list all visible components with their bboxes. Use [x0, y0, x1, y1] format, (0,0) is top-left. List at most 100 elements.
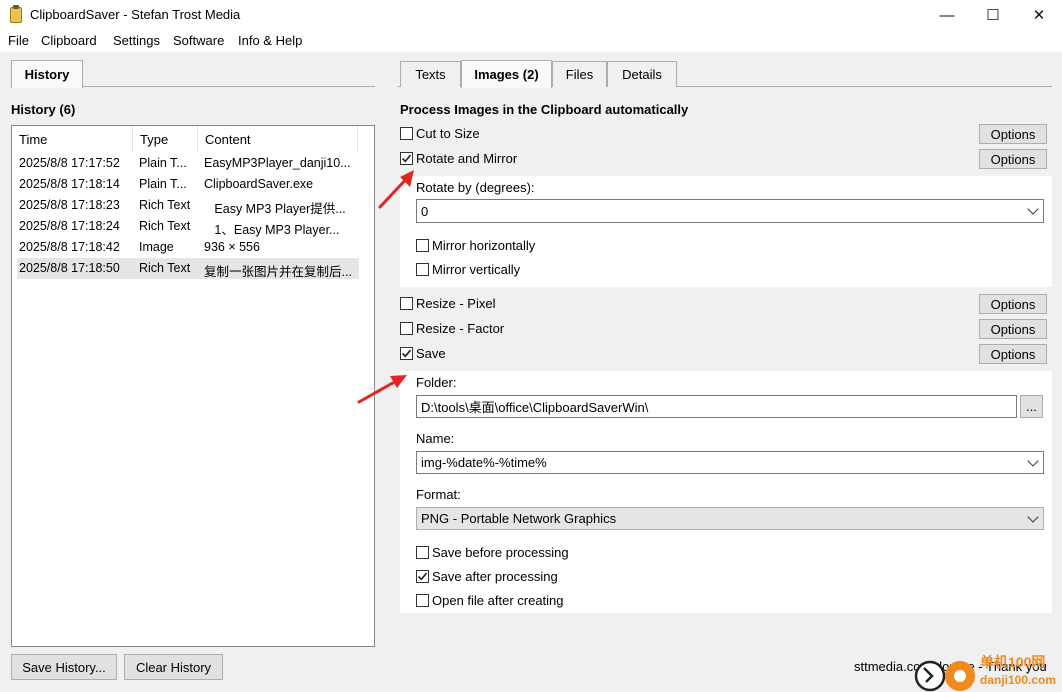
- save-checkbox[interactable]: [400, 347, 413, 360]
- close-button[interactable]: ✕: [1016, 0, 1062, 30]
- name-value: img-%date%-%time%: [421, 455, 547, 470]
- clipboard-app-icon: [10, 5, 22, 23]
- row-time: 2025/8/8 17:17:52: [19, 156, 120, 170]
- menu-file[interactable]: File: [8, 33, 29, 48]
- format-label: Format:: [416, 487, 461, 502]
- row-type: Rich Text: [139, 261, 191, 275]
- rotate-by-value: 0: [421, 203, 429, 219]
- red-arrow-icon: [378, 170, 414, 209]
- column-header-content[interactable]: Content: [198, 126, 358, 152]
- watermark-text-bottom: danji100.com: [980, 673, 1057, 687]
- table-row[interactable]: 2025/8/8 17:18:24 Rich Text 1、Easy MP3 P…: [17, 216, 359, 237]
- table-row[interactable]: 2025/8/8 17:18:23 Rich Text Easy MP3 Pla…: [17, 195, 359, 216]
- resize-pixel-label: Resize - Pixel: [416, 296, 496, 311]
- tab-divider: [677, 86, 1052, 87]
- table-row[interactable]: 2025/8/8 17:17:52 Plain T... EasyMP3Play…: [17, 153, 359, 174]
- rotate-mirror-options-button[interactable]: Options: [979, 149, 1047, 169]
- row-content: 936 × 556: [204, 240, 260, 254]
- row-time: 2025/8/8 17:18:42: [19, 240, 120, 254]
- checkmark-icon: [401, 349, 412, 358]
- row-type: Rich Text: [139, 198, 191, 212]
- row-content: EasyMP3Player_danji10...: [204, 156, 351, 170]
- history-title: History (6): [11, 102, 76, 117]
- tab-images[interactable]: Images (2): [461, 60, 552, 88]
- resize-pixel-options-button[interactable]: Options: [979, 294, 1047, 314]
- save-options-button[interactable]: Options: [979, 344, 1047, 364]
- column-header-time[interactable]: Time: [12, 126, 133, 152]
- chevron-down-icon: [1027, 454, 1039, 467]
- save-before-label: Save before processing: [432, 545, 569, 560]
- title-bar: ClipboardSaver - Stefan Trost Media — ☐ …: [0, 0, 1062, 30]
- table-row[interactable]: 2025/8/8 17:18:42 Image 936 × 556: [17, 237, 359, 258]
- row-content: 复制一张图片并在复制后...: [204, 265, 352, 279]
- mirror-vertically-checkbox[interactable]: [416, 263, 429, 276]
- tab-history[interactable]: History: [11, 60, 83, 88]
- cut-to-size-options-button[interactable]: Options: [979, 124, 1047, 144]
- folder-label: Folder:: [416, 375, 457, 390]
- save-after-label: Save after processing: [432, 569, 558, 584]
- resize-pixel-checkbox[interactable]: [400, 297, 413, 310]
- tab-divider: [398, 86, 400, 87]
- row-time: 2025/8/8 17:18:14: [19, 177, 120, 191]
- tab-texts[interactable]: Texts: [400, 61, 461, 87]
- red-arrow-icon: [357, 375, 407, 404]
- watermark-text-top: 单机100网: [980, 654, 1046, 670]
- resize-factor-label: Resize - Factor: [416, 321, 505, 336]
- browse-folder-button[interactable]: ...: [1020, 395, 1043, 418]
- format-value: PNG - Portable Network Graphics: [421, 511, 617, 526]
- row-content: ClipboardSaver.exe: [204, 177, 314, 191]
- menu-software[interactable]: Software: [173, 33, 224, 48]
- rotate-settings-panel: Rotate by (degrees): 0 Mirror horizontal…: [400, 176, 1052, 287]
- row-type: Plain T...: [139, 177, 187, 191]
- rotate-mirror-label: Rotate and Mirror: [416, 151, 518, 166]
- cut-to-size-checkbox[interactable]: [400, 127, 413, 140]
- menu-settings[interactable]: Settings: [113, 33, 160, 48]
- column-header-type[interactable]: Type: [133, 126, 198, 152]
- menu-info-help[interactable]: Info & Help: [238, 33, 302, 48]
- open-after-checkbox[interactable]: [416, 594, 429, 607]
- maximize-button[interactable]: ☐: [970, 0, 1016, 30]
- checkmark-icon: [417, 572, 428, 581]
- mirror-vertically-label: Mirror vertically: [432, 262, 521, 277]
- folder-input[interactable]: D:\tools\桌面\office\ClipboardSaverWin\: [416, 395, 1017, 418]
- resize-factor-checkbox[interactable]: [400, 322, 413, 335]
- open-after-label: Open file after creating: [432, 593, 564, 608]
- save-history-button[interactable]: Save History...: [11, 654, 117, 680]
- tab-details[interactable]: Details: [607, 61, 677, 87]
- process-images-title: Process Images in the Clipboard automati…: [400, 102, 689, 117]
- row-time: 2025/8/8 17:18:24: [19, 219, 120, 233]
- rotate-by-label: Rotate by (degrees):: [416, 180, 535, 195]
- rotate-by-select[interactable]: 0: [416, 199, 1044, 223]
- mirror-horizontally-checkbox[interactable]: [416, 239, 429, 252]
- menu-bar: File Clipboard Settings Software Info & …: [0, 30, 1062, 52]
- save-after-checkbox[interactable]: [416, 570, 429, 583]
- tab-files[interactable]: Files: [552, 61, 607, 87]
- watermark-logo-icon: [914, 660, 975, 692]
- save-before-checkbox[interactable]: [416, 546, 429, 559]
- format-select[interactable]: PNG - Portable Network Graphics: [416, 507, 1044, 530]
- row-type: Image: [139, 240, 174, 254]
- window-title: ClipboardSaver - Stefan Trost Media: [30, 7, 241, 22]
- save-settings-panel: Folder: D:\tools\桌面\office\ClipboardSave…: [400, 371, 1052, 613]
- name-label: Name:: [416, 431, 455, 446]
- save-label: Save: [416, 346, 446, 361]
- row-type: Plain T...: [139, 156, 187, 170]
- table-row-selected[interactable]: 2025/8/8 17:18:50 Rich Text 复制一张图片并在复制后.…: [17, 258, 359, 279]
- tab-divider: [83, 86, 375, 87]
- chevron-down-icon: [1027, 510, 1039, 523]
- minimize-button[interactable]: —: [924, 0, 970, 30]
- checkmark-icon: [401, 154, 412, 163]
- row-type: Rich Text: [139, 219, 191, 233]
- resize-factor-options-button[interactable]: Options: [979, 319, 1047, 339]
- name-combo[interactable]: img-%date%-%time%: [416, 451, 1044, 474]
- cut-to-size-label: Cut to Size: [416, 126, 480, 141]
- table-row[interactable]: 2025/8/8 17:18:14 Plain T... ClipboardSa…: [17, 174, 359, 195]
- row-time: 2025/8/8 17:18:50: [19, 261, 120, 275]
- rotate-mirror-checkbox[interactable]: [400, 152, 413, 165]
- row-content: 1、Easy MP3 Player...: [204, 223, 340, 237]
- clear-history-button[interactable]: Clear History: [124, 654, 223, 680]
- history-list[interactable]: Time Type Content 2025/8/8 17:17:52 Plai…: [11, 125, 375, 647]
- row-content: Easy MP3 Player提供...: [204, 202, 346, 216]
- chevron-down-icon: [1027, 203, 1039, 215]
- menu-clipboard[interactable]: Clipboard: [41, 33, 97, 48]
